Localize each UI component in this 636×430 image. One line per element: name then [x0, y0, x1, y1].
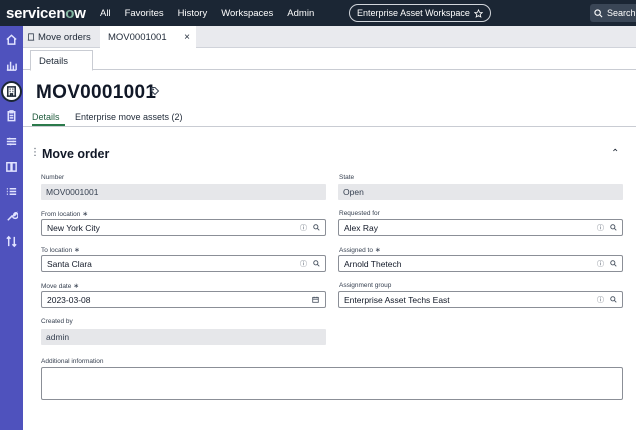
info-icon[interactable]: ⓘ: [300, 259, 307, 269]
assigned-to-label-text: Assigned to: [339, 246, 373, 254]
servicenow-logo[interactable]: servicenow: [6, 5, 100, 22]
requested-for-input[interactable]: Alex Ray ⓘ: [338, 219, 623, 236]
assignment-group-label-text: Assignment group: [339, 282, 392, 289]
related-tab-move-assets[interactable]: Enterprise move assets (2): [75, 112, 183, 122]
additional-information-label: Additional information: [41, 358, 104, 365]
search-icon[interactable]: [313, 260, 320, 267]
transfer-icon[interactable]: [4, 234, 19, 249]
state-label-text: State: [339, 174, 355, 181]
nav-history[interactable]: History: [178, 8, 208, 19]
wrench-icon[interactable]: [4, 209, 19, 224]
move-date-value: 2023-03-08: [47, 295, 91, 305]
to-location-value: Santa Clara: [47, 259, 92, 269]
tab-record[interactable]: MOV0001001 ×: [100, 26, 196, 48]
from-location-input[interactable]: New York City ⓘ: [41, 219, 326, 236]
assignment-group-value: Enterprise Asset Techs East: [344, 295, 450, 305]
global-search[interactable]: Search: [590, 4, 636, 22]
list-icon[interactable]: [4, 184, 19, 199]
related-tabs: Details Enterprise move assets (2): [23, 111, 636, 127]
section-title: Move order: [42, 147, 110, 161]
move-date-label: Move date ∗: [41, 282, 80, 291]
number-label: Number: [41, 174, 64, 181]
record-subtabs: Details: [23, 48, 636, 71]
required-icon: ∗: [74, 247, 80, 254]
from-location-label-text: From location: [41, 210, 81, 218]
move-date-label-text: Move date: [41, 282, 72, 290]
from-location-value: New York City: [47, 223, 100, 233]
move-date-input[interactable]: 2023-03-08: [41, 291, 326, 308]
book-icon[interactable]: [4, 159, 19, 174]
search-icon[interactable]: [313, 224, 320, 231]
requested-for-label: Requested for: [339, 210, 380, 217]
assignment-group-input[interactable]: Enterprise Asset Techs East ⓘ: [338, 291, 623, 308]
required-icon: ∗: [73, 283, 80, 290]
number-field: MOV0001001: [41, 184, 326, 200]
search-icon: [594, 8, 603, 17]
additional-information-textarea[interactable]: [41, 367, 623, 400]
created-by-label: Created by: [41, 318, 73, 325]
workspace-tabs: Move orders MOV0001001 ×: [23, 26, 636, 48]
workspace-pill[interactable]: Enterprise Asset Workspace: [349, 4, 491, 22]
home-icon[interactable]: [4, 32, 19, 47]
to-location-input[interactable]: Santa Clara ⓘ: [41, 255, 326, 272]
tab-move-orders-label: Move orders: [38, 31, 91, 43]
workspace-name: Enterprise Asset Workspace: [357, 8, 470, 18]
info-icon[interactable]: ⓘ: [597, 223, 604, 233]
requested-for-value: Alex Ray: [344, 223, 379, 233]
required-icon: ∗: [82, 211, 89, 218]
tab-record-label: MOV0001001: [108, 31, 167, 43]
star-icon[interactable]: [473, 8, 483, 18]
main-nav: All Favorites History Workspaces Admin: [100, 8, 328, 19]
assigned-to-input[interactable]: Arnold Thetech ⓘ: [338, 255, 623, 272]
number-label-text: Number: [41, 174, 65, 181]
search-icon[interactable]: [610, 224, 617, 231]
search-icon[interactable]: [610, 260, 617, 267]
record-title: MOV0001001: [36, 82, 157, 103]
building-icon: [27, 33, 35, 41]
state-label: State: [339, 174, 354, 181]
drag-handle-icon[interactable]: ⋮: [30, 147, 40, 158]
assigned-to-label: Assigned to ∗: [339, 246, 381, 255]
nav-all[interactable]: All: [100, 8, 111, 19]
tab-details[interactable]: Details: [30, 50, 93, 71]
nav-workspaces[interactable]: Workspaces: [221, 8, 273, 19]
building-icon[interactable]: [1, 81, 22, 102]
tab-move-orders[interactable]: Move orders: [23, 26, 99, 48]
analytics-icon[interactable]: [4, 58, 19, 73]
from-location-label: From location ∗: [41, 210, 89, 219]
search-icon[interactable]: [610, 296, 617, 303]
assignment-group-label: Assignment group: [339, 282, 391, 289]
info-icon[interactable]: ⓘ: [300, 223, 307, 233]
close-icon[interactable]: ×: [184, 32, 190, 43]
required-icon: ∗: [374, 247, 381, 254]
nav-favorites[interactable]: Favorites: [125, 8, 164, 19]
top-nav-bar: servicenow All Favorites History Workspa…: [0, 0, 636, 26]
info-icon[interactable]: ⓘ: [597, 295, 604, 305]
assigned-to-value: Arnold Thetech: [344, 259, 402, 269]
calendar-icon[interactable]: [312, 296, 319, 303]
created-by-label-text: Created by: [41, 318, 73, 325]
clipboard-icon[interactable]: [4, 108, 19, 123]
additional-information-label-text: Additional information: [41, 358, 104, 365]
search-label: Search: [607, 8, 636, 18]
info-icon[interactable]: ⓘ: [597, 259, 604, 269]
nav-admin[interactable]: Admin: [287, 8, 314, 19]
related-tab-details[interactable]: Details: [32, 112, 65, 126]
to-location-label: To location ∗: [41, 246, 80, 255]
left-sidebar: [0, 26, 23, 430]
created-by-field: admin: [41, 329, 326, 345]
to-location-label-text: To location: [41, 246, 73, 254]
chevron-up-icon[interactable]: ⌃: [611, 148, 619, 159]
requested-for-label-text: Requested for: [339, 210, 380, 217]
filters-icon[interactable]: [4, 134, 19, 149]
tag-icon[interactable]: [150, 86, 160, 96]
state-field: Open: [338, 184, 623, 200]
